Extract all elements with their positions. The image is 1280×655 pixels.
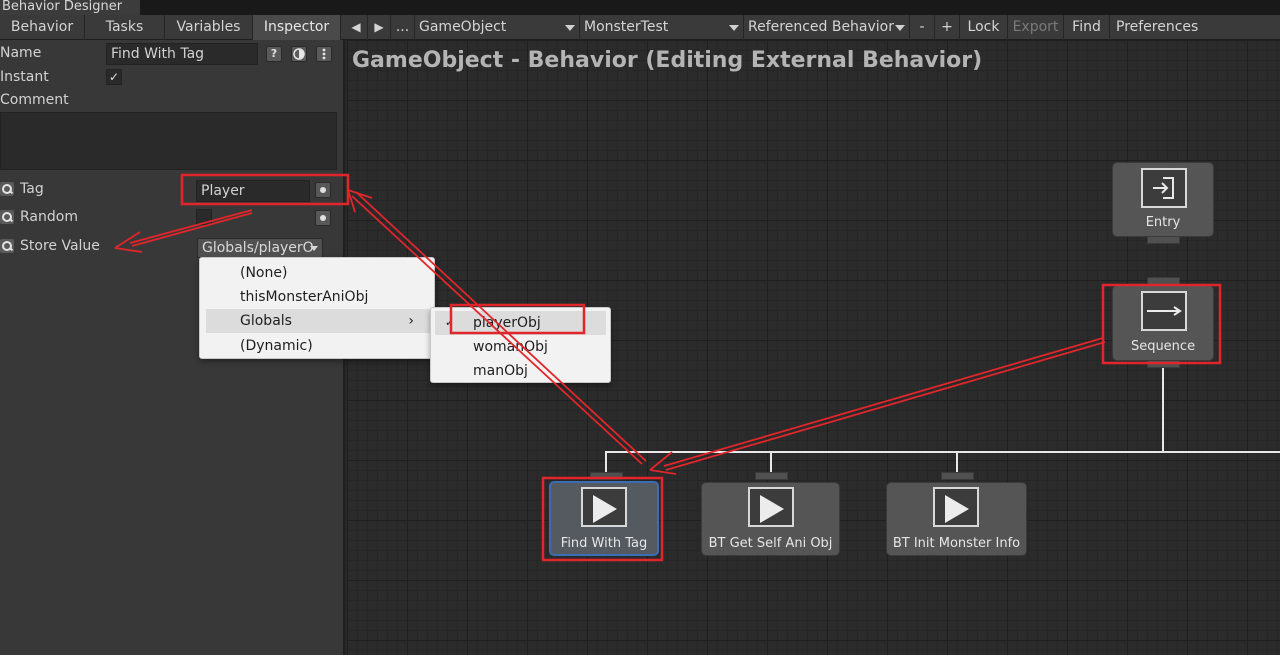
play-icon xyxy=(581,487,627,527)
sequence-node[interactable]: Sequence xyxy=(1112,285,1214,361)
check-icon: ✓ xyxy=(445,316,455,329)
tag-label: Tag xyxy=(20,181,44,197)
contrast-icon[interactable] xyxy=(291,46,307,62)
chevron-down-icon xyxy=(565,25,575,31)
add-button[interactable]: + xyxy=(935,15,960,40)
random-checkbox[interactable] xyxy=(196,209,212,225)
back-arrow-icon[interactable]: ◀ xyxy=(345,15,368,40)
more-options-icon[interactable] xyxy=(316,46,332,62)
shared-variable-toggle[interactable] xyxy=(315,210,331,226)
globals-submenu: ✓ playerObj womanObj manObj xyxy=(430,307,611,383)
remove-button[interactable]: - xyxy=(910,15,935,40)
name-field[interactable]: Find With Tag xyxy=(106,43,258,65)
gameobject-dropdown-label: GameObject xyxy=(419,19,507,35)
preferences-button[interactable]: Preferences xyxy=(1110,15,1280,40)
chevron-down-icon xyxy=(310,246,318,251)
get-self-input-port[interactable] xyxy=(755,472,788,480)
entry-label: Entry xyxy=(1145,215,1181,230)
sequence-output-port[interactable] xyxy=(1147,360,1180,368)
tab-tasks[interactable]: Tasks xyxy=(85,15,165,40)
referenced-behavior-label: Referenced Behavior xyxy=(748,19,895,35)
play-triangle xyxy=(760,495,784,523)
entry-output-port[interactable] xyxy=(1147,236,1180,244)
enter-icon-glyph xyxy=(1153,177,1174,199)
play-triangle xyxy=(945,495,969,523)
store-value-menu: (None) thisMonsterAniObj Globals › (Dyna… xyxy=(199,257,435,359)
submenu-item-woman-obj[interactable]: womanObj xyxy=(431,335,610,359)
entry-icon xyxy=(1141,168,1187,208)
export-button[interactable]: Export xyxy=(1008,15,1064,40)
init-monster-info-node[interactable]: BT Init Monster Info xyxy=(886,482,1027,556)
menu-item-none[interactable]: (None) xyxy=(200,261,434,285)
behavior-dropdown[interactable]: MonsterTest xyxy=(580,15,744,40)
search-icon[interactable] xyxy=(0,182,14,196)
tab-behavior[interactable]: Behavior xyxy=(0,15,85,40)
window-title: Behavior Designer xyxy=(0,0,140,15)
comment-label: Comment xyxy=(0,92,69,108)
tab-variables[interactable]: Variables xyxy=(165,15,253,40)
menu-item-this-monster-ani-obj[interactable]: thisMonsterAniObj xyxy=(200,285,434,309)
get-self-ani-obj-node[interactable]: BT Get Self Ani Obj xyxy=(701,482,840,556)
comment-field[interactable] xyxy=(0,112,337,170)
help-icon[interactable]: ? xyxy=(266,46,282,62)
store-value-dropdown[interactable]: Globals/playerO xyxy=(197,238,323,258)
shared-variable-toggle[interactable] xyxy=(315,182,331,198)
sequence-icon xyxy=(1141,291,1187,331)
menu-item-dynamic[interactable]: (Dynamic) xyxy=(200,334,434,358)
submenu-item-player-obj-label: playerObj xyxy=(473,315,541,331)
store-value-label: Store Value xyxy=(20,238,100,254)
find-with-tag-node[interactable]: Find With Tag xyxy=(549,481,659,556)
play-icon xyxy=(748,487,794,527)
name-label: Name xyxy=(0,45,42,61)
toolbar: Behavior Tasks Variables Inspector ◀ ▶ .… xyxy=(0,15,1280,40)
sequence-input-port[interactable] xyxy=(1147,277,1180,285)
store-value-dropdown-label: Globals/playerO xyxy=(202,240,314,256)
entry-node[interactable]: Entry xyxy=(1112,162,1214,237)
get-self-ani-obj-label: BT Get Self Ani Obj xyxy=(708,536,833,551)
contrast-icon-glyph xyxy=(293,48,305,60)
menu-item-globals[interactable]: Globals › xyxy=(206,309,430,333)
find-with-tag-label: Find With Tag xyxy=(560,536,648,551)
lock-button[interactable]: Lock xyxy=(960,15,1008,40)
submenu-item-man-obj[interactable]: manObj xyxy=(431,359,610,383)
submenu-item-player-obj[interactable]: ✓ playerObj xyxy=(435,311,606,335)
chevron-down-icon xyxy=(729,25,739,31)
vertical-dots-glyph xyxy=(322,48,326,60)
forward-arrow-icon[interactable]: ▶ xyxy=(368,15,391,40)
search-icon[interactable] xyxy=(0,210,14,224)
play-triangle xyxy=(593,495,617,523)
search-icon[interactable] xyxy=(0,239,14,253)
chevron-right-icon: › xyxy=(408,313,414,329)
title-bar: Behavior Designer xyxy=(0,0,1280,15)
referenced-behavior-dropdown[interactable]: Referenced Behavior xyxy=(744,15,910,40)
sequence-label: Sequence xyxy=(1130,339,1196,354)
init-monster-info-label: BT Init Monster Info xyxy=(892,536,1021,551)
gameobject-dropdown[interactable]: GameObject xyxy=(415,15,580,40)
play-icon xyxy=(933,487,979,527)
instant-label: Instant xyxy=(0,69,49,85)
chevron-down-icon xyxy=(895,25,905,31)
find-with-tag-input-port[interactable] xyxy=(590,472,623,480)
arrow-right-icon xyxy=(1147,306,1182,316)
init-monster-input-port[interactable] xyxy=(941,472,974,480)
graph-title: GameObject - Behavior (Editing External … xyxy=(352,48,983,73)
behavior-dropdown-label: MonsterTest xyxy=(584,19,669,35)
random-label: Random xyxy=(20,209,78,225)
instant-checkbox[interactable]: ✓ xyxy=(106,69,122,85)
tab-inspector[interactable]: Inspector xyxy=(253,15,341,40)
menu-item-globals-label: Globals xyxy=(240,313,292,329)
find-button[interactable]: Find xyxy=(1064,15,1110,40)
ellipsis-button[interactable]: ... xyxy=(391,15,415,40)
tag-field[interactable]: Player xyxy=(196,180,310,202)
